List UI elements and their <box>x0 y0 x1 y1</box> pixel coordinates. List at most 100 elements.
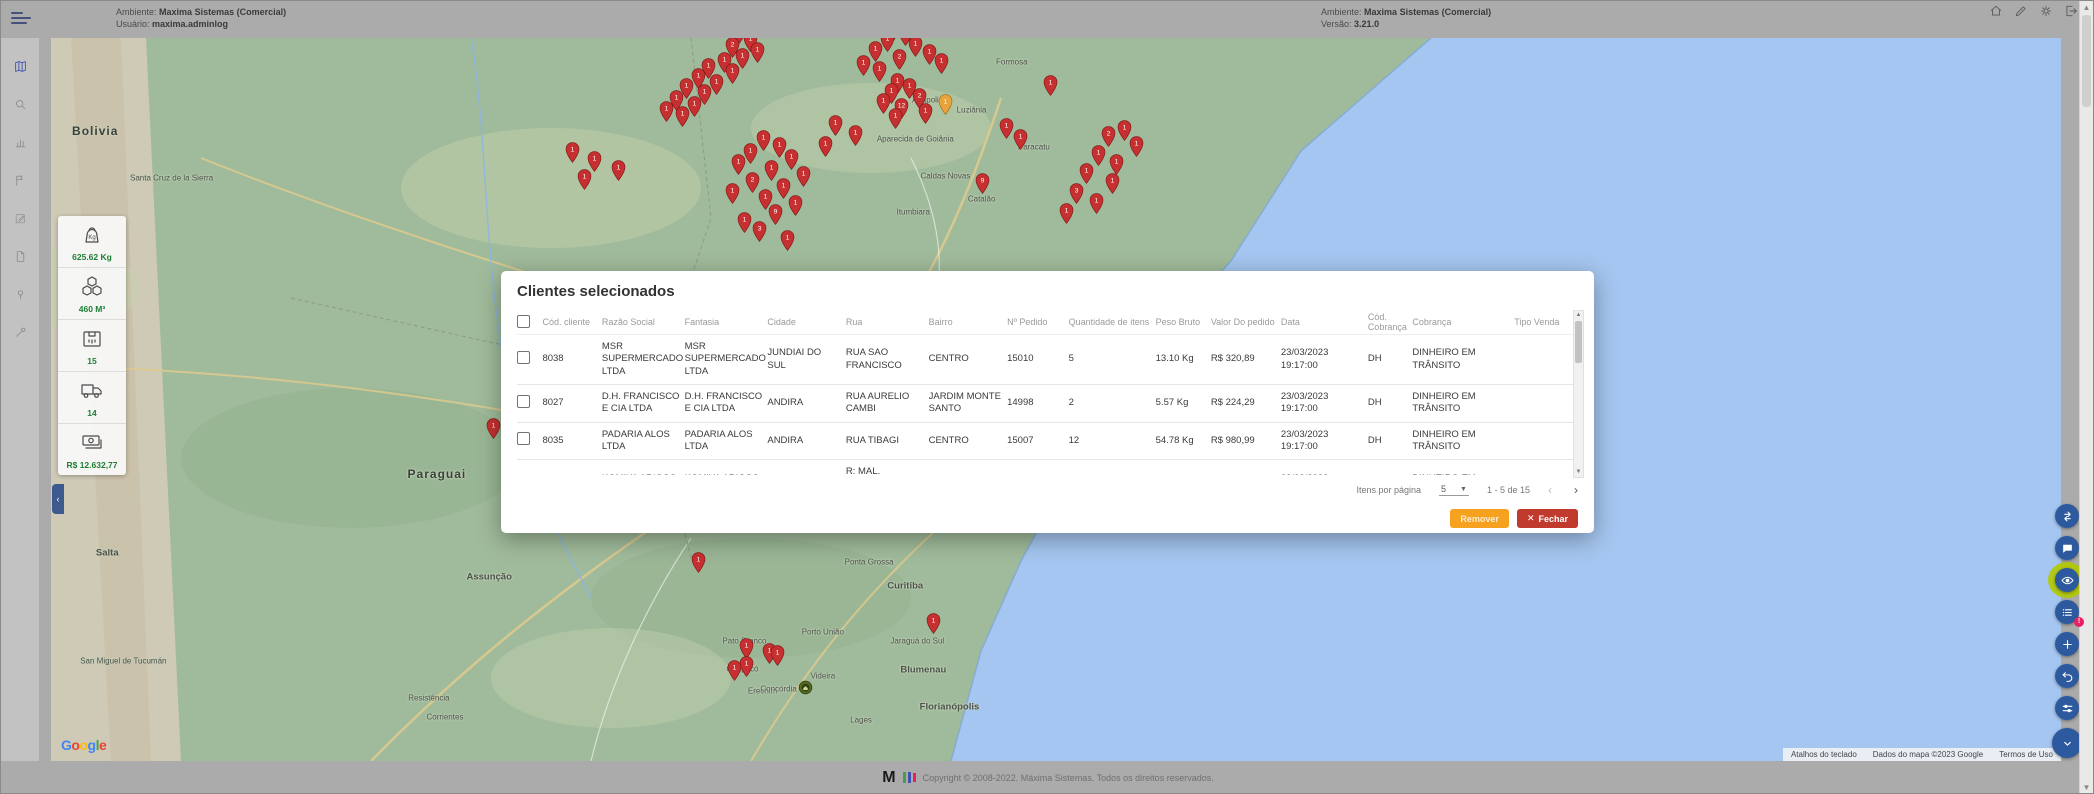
map-pin[interactable]: 1 <box>780 230 795 251</box>
map-pin[interactable]: 1 <box>999 118 1014 139</box>
map-pin[interactable]: 1 <box>856 55 871 76</box>
chevron-down-button[interactable] <box>2052 728 2082 758</box>
map-pin[interactable]: 1 <box>750 42 765 63</box>
map-pin[interactable]: 1 <box>725 63 740 84</box>
map-pin[interactable]: 1 <box>1129 136 1144 157</box>
map-pin[interactable]: 1 <box>727 660 742 681</box>
map-pin[interactable]: 2 <box>892 49 907 70</box>
sidebar-item-edit-square[interactable] <box>1 206 39 230</box>
map-pin[interactable]: 1 <box>908 38 923 57</box>
scroll-down-icon[interactable]: ▼ <box>1574 468 1583 477</box>
map-pin[interactable]: 1 <box>770 645 785 666</box>
home-icon[interactable] <box>1989 4 2003 18</box>
attribution-link[interactable]: Termos de Uso <box>1999 750 2053 759</box>
map-pin[interactable]: 1 <box>1079 163 1094 184</box>
column-header[interactable]: Peso Bruto <box>1156 317 1211 327</box>
column-header[interactable]: Bairro <box>929 317 1008 327</box>
edit-icon[interactable] <box>2014 4 2028 18</box>
chat-button[interactable] <box>2055 536 2079 560</box>
sidebar-item-map[interactable] <box>1 54 39 78</box>
column-header[interactable]: Quantidade de itens <box>1069 317 1156 327</box>
map-pin[interactable]: 1 <box>675 106 690 127</box>
map-pin[interactable]: 1 <box>818 136 833 157</box>
exit-icon[interactable] <box>2064 4 2078 18</box>
column-header[interactable]: Tipo Venda <box>1514 317 1578 327</box>
table-row[interactable]: 8010KOMIYA ARIOSO LTDAKOMIYA ARIOSO LTDA… <box>517 460 1578 475</box>
map-pin[interactable]: 1 <box>659 101 674 122</box>
page-scrollbar-thumb[interactable] <box>2082 15 2091 107</box>
undo-button[interactable] <box>2055 664 2079 688</box>
map-pin[interactable]: 9 <box>768 204 783 225</box>
row-checkbox[interactable] <box>517 432 530 445</box>
attribution-link[interactable]: Dados do mapa ©2023 Google <box>1873 750 1983 759</box>
column-header[interactable]: Razão Social <box>602 317 685 327</box>
column-header[interactable]: Valor Do pedido <box>1211 317 1281 327</box>
previous-page-button[interactable]: ‹ <box>1548 483 1552 497</box>
sidebar-item-search[interactable] <box>1 92 39 116</box>
table-row[interactable]: 8035PADARIA ALOS LTDAPADARIA ALOS LTDAAN… <box>517 423 1578 461</box>
map-pin[interactable]: 1 <box>848 125 863 146</box>
map-pin[interactable]: 1 <box>1089 193 1104 214</box>
scroll-up-icon[interactable]: ▲ <box>1574 311 1583 320</box>
depot-marker[interactable] <box>798 680 813 695</box>
remove-button[interactable]: Remover <box>1450 509 1509 528</box>
column-header[interactable]: Cód. cliente <box>542 317 601 327</box>
route-swap-button[interactable] <box>2055 504 2079 528</box>
table-row[interactable]: 8038MSR SUPERMERCADO LTDAMSR SUPERMERCAD… <box>517 335 1578 385</box>
items-per-page-select[interactable]: 5 ▼ <box>1439 484 1469 496</box>
row-checkbox[interactable] <box>517 351 530 364</box>
scrollbar-up-icon[interactable]: ▲ <box>2080 1 2093 15</box>
column-header[interactable]: Nº Pedido <box>1007 317 1069 327</box>
next-page-button[interactable]: › <box>1574 483 1578 497</box>
map-pin[interactable]: 1 <box>611 160 626 181</box>
sidebar-item-tools[interactable] <box>1 320 39 344</box>
page-scrollbar[interactable]: ▲ ▼ <box>2079 1 2093 794</box>
google-logo[interactable]: Google <box>61 737 106 753</box>
map-pin[interactable]: 1 <box>737 212 752 233</box>
column-header[interactable]: Cód. Cobrança <box>1368 312 1413 332</box>
column-header[interactable]: Cidade <box>767 317 846 327</box>
map-pin[interactable]: 1 <box>888 108 903 129</box>
tune-button[interactable] <box>2055 696 2079 720</box>
column-header[interactable]: Fantasia <box>685 317 768 327</box>
column-header[interactable]: Data <box>1281 317 1368 327</box>
map-pin[interactable]: 1 <box>486 418 501 439</box>
map-pin[interactable]: 1 <box>731 154 746 175</box>
settings-icon[interactable] <box>2039 4 2053 18</box>
map-pin[interactable]: 1 <box>788 195 803 216</box>
table-scrollbar[interactable]: ▲ ▼ <box>1573 310 1584 478</box>
map-pin[interactable]: 1 <box>1043 75 1058 96</box>
map-pin[interactable]: 1 <box>938 94 953 115</box>
map-pin[interactable]: 1 <box>828 115 843 136</box>
map-pin[interactable]: 1 <box>1013 129 1028 150</box>
plus-button[interactable] <box>2055 632 2079 656</box>
map-pin[interactable]: 9 <box>975 173 990 194</box>
map-pin[interactable]: 1 <box>926 613 941 634</box>
map-pin[interactable]: 1 <box>872 61 887 82</box>
sidebar-item-file[interactable] <box>1 244 39 268</box>
table-row[interactable]: 8027D.H. FRANCISCO E CIA LTDAD.H. FRANCI… <box>517 385 1578 423</box>
map-pin[interactable]: 3 <box>752 221 767 242</box>
map-pin[interactable]: 1 <box>691 552 706 573</box>
map-pin[interactable]: 3 <box>1069 183 1084 204</box>
select-all-checkbox[interactable] <box>517 315 530 328</box>
map-pin[interactable]: 1 <box>796 166 811 187</box>
map-pin[interactable]: 1 <box>918 103 933 124</box>
map-pin[interactable]: 1 <box>1105 173 1120 194</box>
map-pin[interactable]: 1 <box>725 183 740 204</box>
eye-button[interactable] <box>2055 568 2079 592</box>
map-pin[interactable]: 1 <box>577 169 592 190</box>
sidebar-item-pin-idea[interactable] <box>1 282 39 306</box>
hamburger-menu-icon[interactable] <box>11 9 33 25</box>
map-pin[interactable]: 1 <box>1059 203 1074 224</box>
map-pin[interactable]: 1 <box>565 142 580 163</box>
map-pin[interactable]: 1 <box>934 53 949 74</box>
sidebar-item-routes[interactable] <box>1 168 39 192</box>
collapse-panel-button[interactable]: ‹ <box>52 484 64 514</box>
scrollbar-thumb[interactable] <box>1575 321 1582 363</box>
attribution-link[interactable]: Atalhos do teclado <box>1791 750 1857 759</box>
column-header[interactable]: Cobrança <box>1412 317 1514 327</box>
sidebar-item-chart[interactable] <box>1 130 39 154</box>
close-button[interactable]: ✕ Fechar <box>1517 509 1578 528</box>
row-checkbox[interactable] <box>517 395 530 408</box>
